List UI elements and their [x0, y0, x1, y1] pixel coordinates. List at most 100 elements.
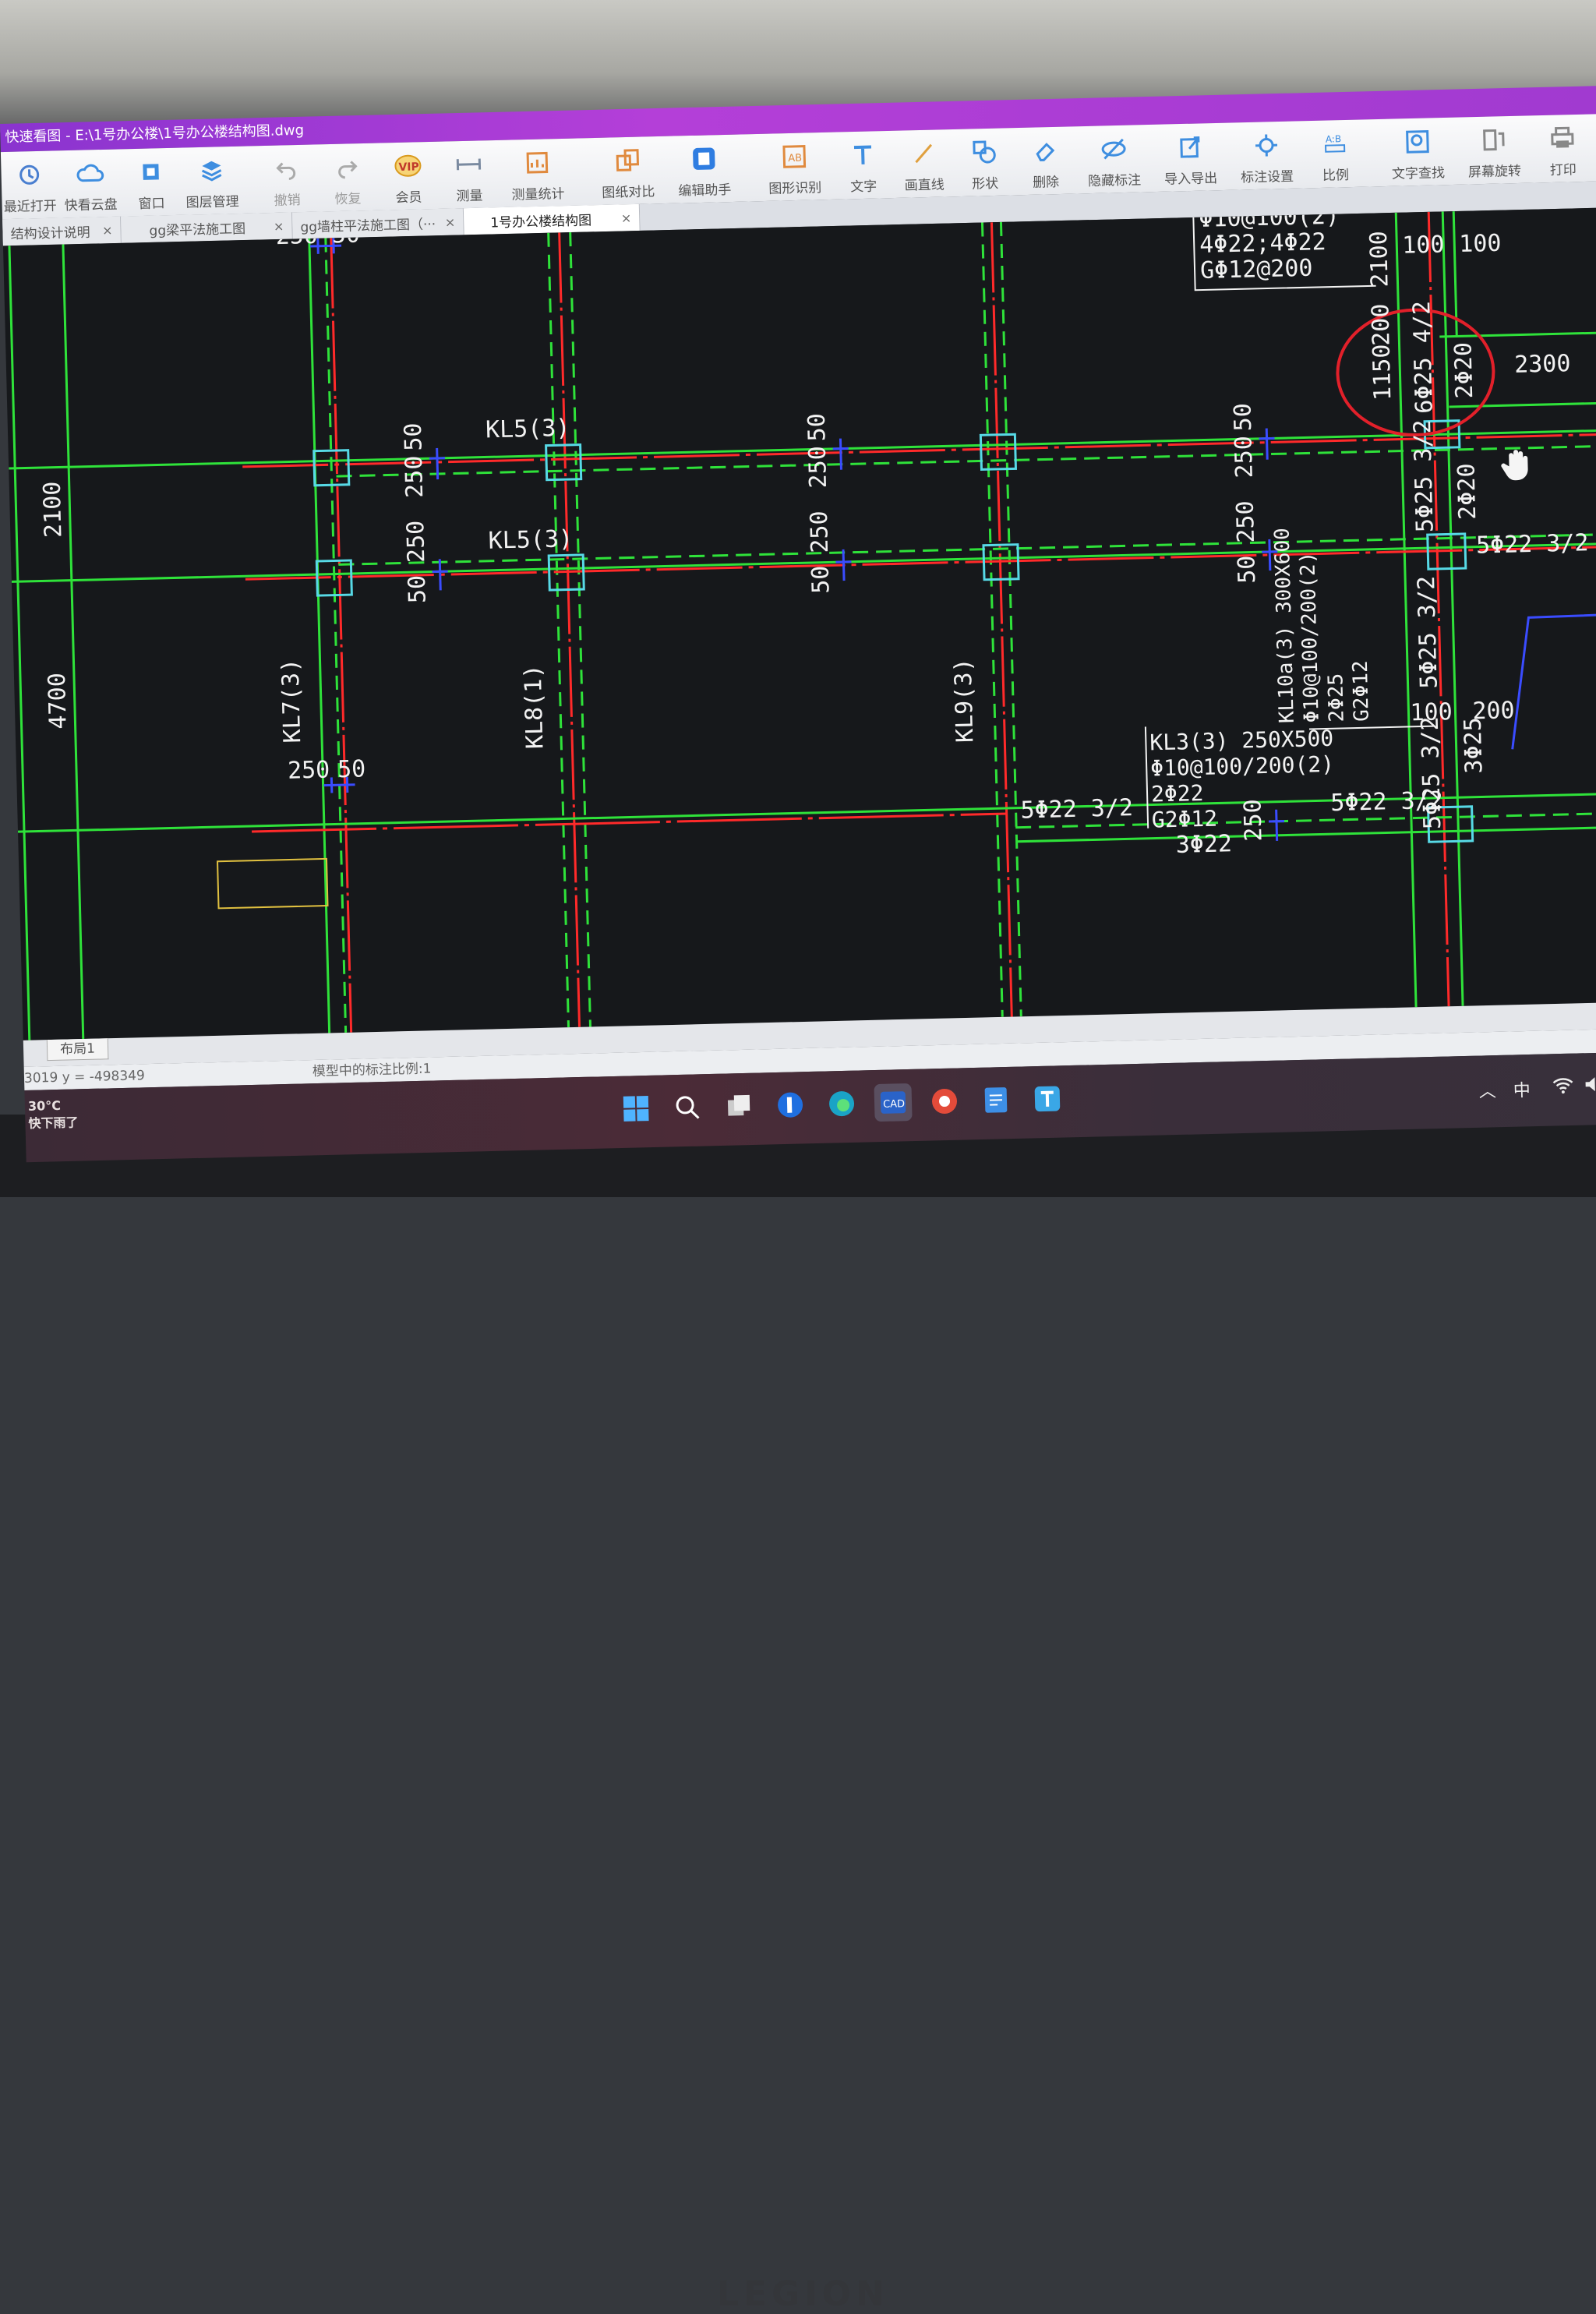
- tab-layout1[interactable]: 布局1: [46, 1038, 109, 1062]
- tab-structure-notes[interactable]: 结构设计说明 ×: [2, 216, 122, 246]
- rotate-screen-button[interactable]: 屏幕旋转: [1457, 115, 1531, 184]
- compare-button[interactable]: 图纸对比: [591, 136, 665, 205]
- print-button[interactable]: 打印: [1534, 115, 1591, 183]
- recent-open-button[interactable]: 最近打开: [1, 150, 58, 219]
- dimension-text: 250: [1239, 799, 1267, 842]
- draw-line-button[interactable]: 画直线: [895, 129, 952, 198]
- close-icon[interactable]: ×: [621, 210, 632, 225]
- grid-line: [308, 238, 331, 1033]
- beam-spec-text: KL3(3) 250X500: [1149, 726, 1334, 756]
- grid-line: [547, 232, 570, 1028]
- window-icon: [135, 156, 167, 188]
- measure-stats-button[interactable]: 测量统计: [501, 139, 574, 207]
- text-app-icon[interactable]: [1028, 1079, 1066, 1118]
- cad-icon[interactable]: CAD: [874, 1083, 913, 1122]
- dimension-text: 2100: [1365, 231, 1394, 288]
- scale-icon: A:B: [1319, 128, 1351, 160]
- text-tool-button[interactable]: 文字: [834, 131, 892, 200]
- dimension-text: 100: [1459, 230, 1502, 258]
- dimension-text: 2100: [39, 481, 68, 538]
- compare-icon: [612, 144, 644, 176]
- svg-text:CAD: CAD: [883, 1098, 905, 1111]
- monitor-logo: LEGION: [717, 2274, 889, 2314]
- wifi-icon[interactable]: [1552, 1076, 1574, 1100]
- text-search-button[interactable]: 文字查找: [1381, 118, 1454, 186]
- dimension-text: 250: [288, 756, 330, 784]
- rebar-text: GΦ12@200: [1200, 255, 1313, 284]
- task-view-icon[interactable]: [720, 1087, 758, 1125]
- lenovo-icon[interactable]: [771, 1086, 809, 1124]
- tab-beam-plan[interactable]: gg梁平法施工图 ×: [121, 212, 293, 243]
- close-icon[interactable]: ×: [445, 214, 456, 229]
- dimension-text: 250: [401, 455, 429, 498]
- beam-spec-text: Φ10@100/200(2): [1296, 551, 1324, 722]
- rebar-text: 3Φ22: [1175, 830, 1232, 859]
- edit-assistant-button[interactable]: 编辑助手: [668, 135, 741, 203]
- edge-icon[interactable]: [822, 1084, 860, 1122]
- close-icon[interactable]: ×: [274, 218, 284, 233]
- text-icon: [847, 139, 879, 171]
- tab-office-structure[interactable]: 1号办公楼结构图 ×: [463, 203, 641, 235]
- redo-button[interactable]: 恢复: [319, 143, 376, 212]
- hide-annotation-button[interactable]: 隐藏标注: [1077, 125, 1150, 193]
- boundary-line: [1511, 612, 1596, 750]
- search-icon[interactable]: [669, 1088, 707, 1126]
- shape-recognize-button[interactable]: AB 图形识别: [758, 132, 832, 201]
- rebar-text: 6Φ25 4/2: [1408, 301, 1439, 415]
- close-icon[interactable]: ×: [102, 222, 113, 237]
- rebar-text: 2Φ20: [1453, 463, 1481, 520]
- drawing-canvas[interactable]: KL5(3) KL5(3) KL7(3) KL8(1) KL9(3) 2100 …: [2, 207, 1596, 1040]
- eraser-icon: [1029, 135, 1061, 167]
- grid-line: [569, 232, 592, 1027]
- scale-button[interactable]: A:B 比例: [1306, 119, 1364, 188]
- cloud-drive-button[interactable]: 快看云盘: [62, 150, 119, 218]
- undo-button[interactable]: 撤销: [258, 145, 316, 214]
- shape-icon: [969, 136, 1001, 168]
- weather-widget[interactable]: 30°C 快下雨了: [28, 1097, 79, 1132]
- hide-annotation-icon: [1098, 133, 1130, 165]
- measure-button[interactable]: 测量: [440, 140, 498, 209]
- window-title: 快速看图 - E:\1号办公楼\1号办公楼结构图.dwg: [5, 122, 305, 146]
- beam-spec-text: 2Φ22: [1151, 780, 1204, 807]
- dimension-text: 250: [804, 446, 832, 489]
- beam-spec-text: Φ10@100/200(2): [1150, 751, 1335, 782]
- measure-icon: [453, 148, 485, 180]
- recorder-icon[interactable]: [925, 1082, 963, 1120]
- rebar-text: 2Φ20: [1450, 342, 1479, 399]
- axis-line: [990, 222, 1013, 1017]
- dimension-text: 50: [1229, 403, 1257, 432]
- line-icon: [908, 137, 940, 169]
- beam-label: KL7(3): [277, 658, 306, 743]
- svg-text:VIP: VIP: [398, 161, 419, 174]
- dimension-text: 2300: [1514, 350, 1571, 379]
- tray-chevron-icon[interactable]: ︿: [1478, 1077, 1497, 1103]
- import-export-button[interactable]: 导入导出: [1153, 123, 1227, 192]
- delete-button[interactable]: 删除: [1016, 126, 1074, 195]
- notes-icon[interactable]: [976, 1081, 1015, 1119]
- beam-spec-text: G2Φ12: [1152, 806, 1218, 833]
- cad-drawing: KL5(3) KL5(3) KL7(3) KL8(1) KL9(3) 2100 …: [8, 207, 1596, 1040]
- annotation-settings-button[interactable]: 标注设置: [1230, 121, 1303, 189]
- grid-line: [1449, 401, 1596, 408]
- layer-manager-button[interactable]: 图层管理: [183, 147, 241, 215]
- dimension-text: 250: [402, 520, 430, 563]
- undo-icon: [270, 153, 302, 185]
- svg-text:A:B: A:B: [1326, 133, 1342, 144]
- tab-wall-column-plan[interactable]: gg墙柱平法施工图（··· ×: [291, 208, 464, 239]
- start-icon[interactable]: [617, 1090, 655, 1128]
- rebar-text: 5Φ22 3/2: [1476, 529, 1589, 559]
- volume-icon[interactable]: [1583, 1075, 1596, 1099]
- grid-line: [1439, 330, 1596, 338]
- dimension-text: 100: [1402, 231, 1445, 259]
- dimension-text: 50: [400, 422, 428, 451]
- grid-line: [999, 221, 1022, 1017]
- svg-text:AB: AB: [788, 153, 802, 164]
- ime-indicator[interactable]: 中: [1513, 1076, 1531, 1102]
- rebar-text: 5Φ25 3/2: [1413, 575, 1443, 689]
- shape-button[interactable]: 形状: [955, 128, 1013, 196]
- rebar-text: 3Φ25: [1460, 717, 1488, 774]
- dimension-text: 1150: [1368, 344, 1397, 401]
- window-button[interactable]: 窗口: [122, 148, 180, 217]
- dim-tick: [432, 559, 448, 591]
- vip-button[interactable]: VIP 会员: [380, 142, 437, 210]
